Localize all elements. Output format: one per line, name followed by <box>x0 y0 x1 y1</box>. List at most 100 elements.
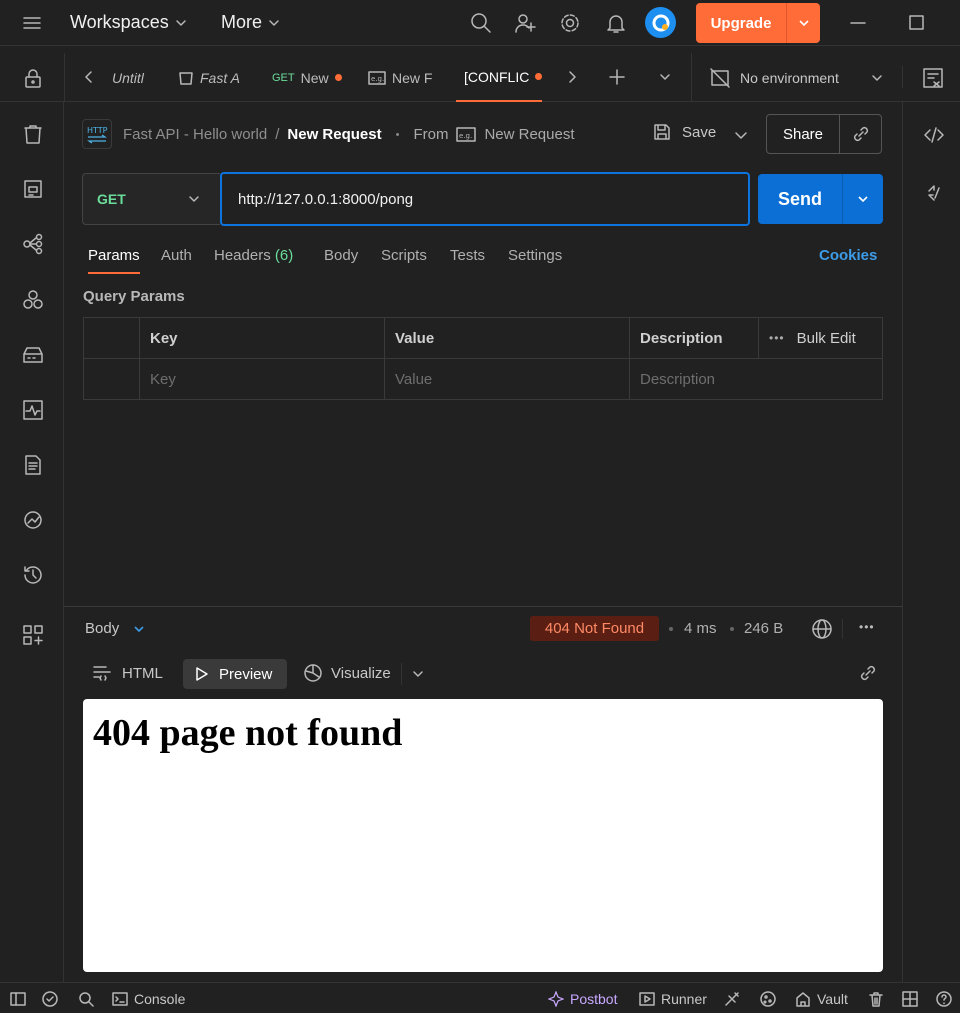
code-snippet-icon[interactable] <box>923 124 945 146</box>
lock-icon[interactable] <box>22 67 44 89</box>
tab-headers[interactable]: Headers (6) <box>214 247 293 264</box>
workspaces-label: Workspaces <box>70 12 169 32</box>
url-value: http://127.0.0.1:8000/pong <box>238 190 414 208</box>
more-menu[interactable]: More <box>221 12 280 33</box>
status-bar: Console Postbot Runner Vault <box>0 982 960 1013</box>
chevron-down-icon <box>268 17 280 29</box>
monitors-icon[interactable] <box>22 399 44 421</box>
runner-button[interactable]: Runner <box>639 983 707 1013</box>
insights-icon[interactable] <box>22 509 44 531</box>
visualize-options-chevron-icon[interactable] <box>412 668 424 680</box>
more-options-icon[interactable]: ••• <box>769 331 785 345</box>
pane-divider[interactable] <box>64 606 902 607</box>
copy-link-icon[interactable] <box>858 663 878 683</box>
related-collections-icon[interactable] <box>925 184 943 202</box>
copy-link-icon[interactable] <box>840 124 881 144</box>
tab-fast-api[interactable]: Fast A <box>178 53 246 102</box>
tab-get-new[interactable]: GET New <box>272 53 352 102</box>
tab-new-example[interactable]: e.g. New F <box>368 53 436 102</box>
layout-panes-icon[interactable] <box>902 983 918 1013</box>
flows-icon[interactable] <box>22 233 44 255</box>
breadcrumb-request[interactable]: New Request <box>287 126 381 143</box>
url-input[interactable]: http://127.0.0.1:8000/pong <box>220 172 750 226</box>
postbot-button[interactable]: Postbot <box>548 983 617 1013</box>
send-options-chevron-icon[interactable] <box>843 193 883 205</box>
notifications-bell-icon[interactable] <box>605 12 627 34</box>
from-request-link[interactable]: New Request <box>484 126 574 143</box>
breadcrumb-separator: / <box>275 126 280 143</box>
example-icon: e.g. <box>456 126 477 143</box>
scroll-tabs-left-icon[interactable] <box>82 70 96 84</box>
online-status-icon[interactable] <box>42 983 58 1013</box>
value-input[interactable]: Value <box>384 358 630 400</box>
toggle-sidebar-icon[interactable] <box>10 983 26 1013</box>
left-sidebar <box>0 102 64 982</box>
method-selector[interactable]: GET <box>82 173 220 225</box>
response-more-options-icon[interactable]: ••• <box>859 620 875 634</box>
chevron-down-icon <box>175 17 187 29</box>
network-globe-icon[interactable] <box>811 618 833 640</box>
tab-body[interactable]: Body <box>324 247 358 264</box>
console-icon <box>112 991 128 1007</box>
tab-auth[interactable]: Auth <box>161 247 192 264</box>
view-visualize-button[interactable]: Visualize <box>303 663 391 683</box>
tab-untitled[interactable]: Untitl <box>112 53 162 102</box>
bulk-edit-button[interactable]: Bulk Edit <box>797 330 856 347</box>
response-body-selector[interactable]: Body <box>85 620 145 637</box>
view-preview-button[interactable]: Preview <box>183 659 287 689</box>
save-options-chevron-icon[interactable] <box>734 128 748 142</box>
tab-settings[interactable]: Settings <box>508 247 562 264</box>
settings-gear-icon[interactable] <box>559 12 581 34</box>
trash-icon[interactable] <box>868 983 884 1013</box>
status-badge[interactable]: 404 Not Found <box>530 616 659 641</box>
tab-params[interactable]: Params <box>88 247 140 274</box>
maximize-window-icon[interactable] <box>908 14 926 32</box>
save-button[interactable]: Save <box>652 122 716 142</box>
breadcrumb-collection[interactable]: Fast API - Hello world <box>123 126 267 143</box>
svg-text:e.g.: e.g. <box>459 132 472 140</box>
configure-workbench-icon[interactable] <box>22 624 44 646</box>
tab-tests[interactable]: Tests <box>450 247 485 264</box>
response-body-label: Body <box>85 620 120 637</box>
chevron-down-icon[interactable] <box>787 17 820 29</box>
html-lines-icon <box>92 663 112 683</box>
workspaces-menu[interactable]: Workspaces <box>70 12 187 33</box>
mock-servers-icon[interactable] <box>22 344 44 366</box>
bulk-edit-cell: ••• Bulk Edit <box>758 317 883 359</box>
console-button[interactable]: Console <box>112 983 185 1013</box>
invite-user-icon[interactable] <box>514 12 536 34</box>
environments-icon[interactable] <box>22 178 44 200</box>
start-proxy-icon[interactable] <box>724 983 740 1013</box>
send-button[interactable]: Send <box>758 174 883 224</box>
headers-count: (6) <box>274 247 294 264</box>
tab-conflict[interactable]: [CONFLIC <box>456 53 542 102</box>
upgrade-button[interactable]: Upgrade <box>696 3 820 43</box>
key-input[interactable]: Key <box>139 358 385 400</box>
cookies-icon[interactable] <box>760 983 776 1013</box>
vault-button[interactable]: Vault <box>795 983 848 1013</box>
help-icon[interactable] <box>936 983 952 1013</box>
view-html-button[interactable]: HTML <box>92 663 163 683</box>
collections-icon[interactable] <box>22 124 44 146</box>
description-input[interactable]: Description <box>629 358 883 400</box>
user-avatar[interactable] <box>645 7 676 38</box>
hamburger-menu-icon[interactable] <box>22 14 42 32</box>
environment-quick-look-icon[interactable] <box>922 67 944 89</box>
share-label: Share <box>782 125 824 143</box>
find-search-icon[interactable] <box>78 983 94 1013</box>
share-button[interactable]: Share <box>766 114 882 154</box>
documentation-icon[interactable] <box>22 454 44 476</box>
scroll-tabs-right-icon[interactable] <box>565 70 579 84</box>
response-time[interactable]: 4 ms <box>684 620 717 637</box>
minimize-window-icon[interactable] <box>849 14 867 32</box>
tabs-dropdown-icon[interactable] <box>659 71 671 83</box>
cookies-link[interactable]: Cookies <box>819 247 877 264</box>
history-icon[interactable] <box>22 564 44 586</box>
tab-scripts[interactable]: Scripts <box>381 247 427 264</box>
apis-icon[interactable] <box>22 289 44 311</box>
unsaved-dot <box>535 73 542 80</box>
search-icon[interactable] <box>470 12 492 34</box>
environment-selector[interactable]: No environment <box>710 53 890 102</box>
response-size[interactable]: 246 B <box>744 620 783 637</box>
new-tab-plus-icon[interactable] <box>608 68 626 86</box>
